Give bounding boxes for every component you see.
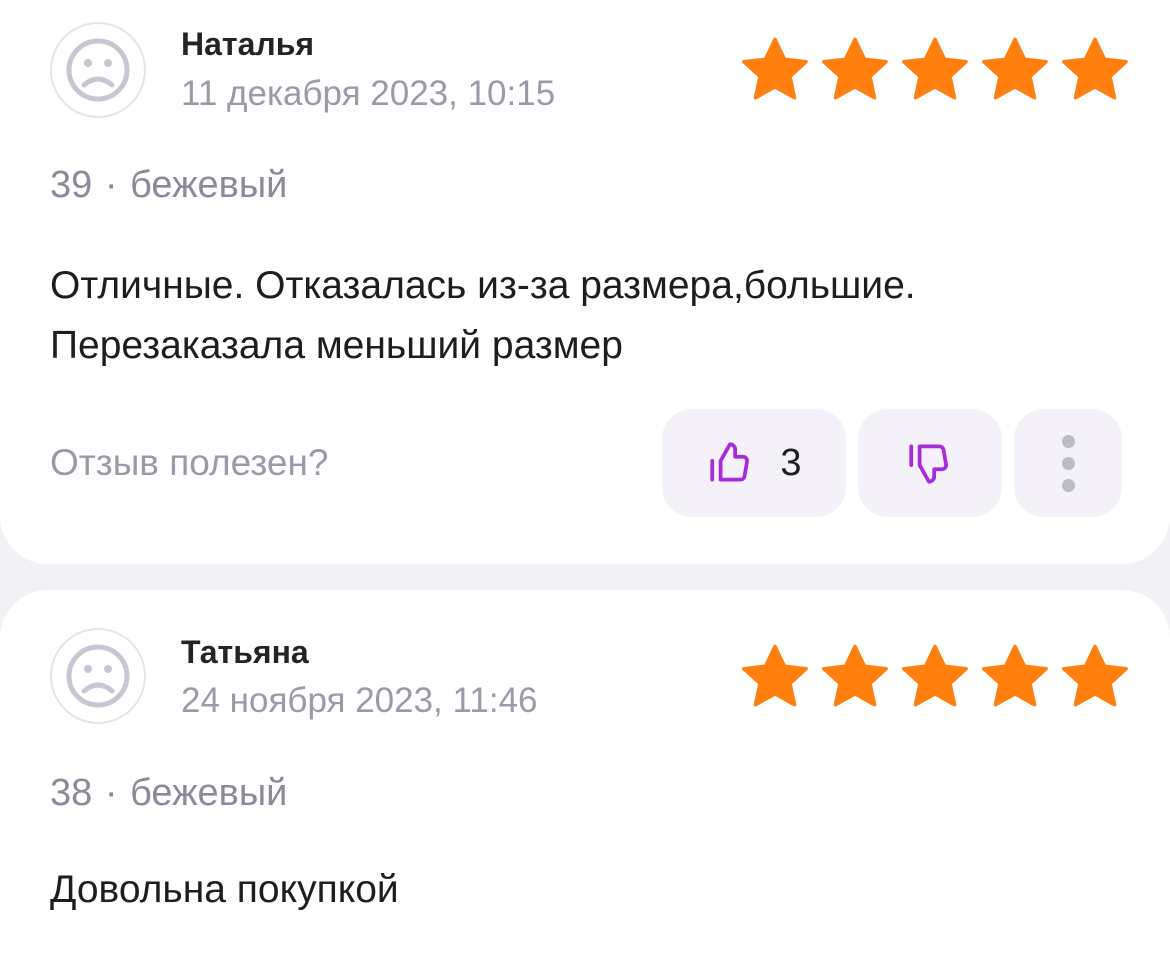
sad-face-avatar-icon	[66, 38, 130, 102]
review-date: 11 декабря 2023, 10:15	[181, 74, 556, 113]
review-author: Наталья	[181, 26, 315, 62]
star-icon	[822, 644, 888, 707]
review-date: 24 ноября 2023, 11:46	[181, 681, 538, 720]
product-variant: 38 · бежевый	[50, 772, 287, 815]
variant-separator: ·	[104, 772, 118, 814]
variant-color: бежевый	[130, 772, 288, 814]
helpful-question: Отзыв полезен?	[50, 442, 329, 483]
star-icon	[822, 37, 888, 100]
more-vertical-icon	[1061, 434, 1075, 492]
more-options-button[interactable]	[1014, 409, 1122, 517]
star-icon	[982, 37, 1048, 100]
sad-face-avatar-icon	[66, 644, 130, 708]
star-icon	[982, 644, 1048, 707]
star-icon	[1062, 37, 1128, 100]
rating-stars	[738, 642, 1132, 712]
star-icon	[1062, 644, 1128, 707]
rating-stars	[738, 35, 1132, 105]
review-text-line: Отличные. Отказалась из-за размера,больш…	[50, 264, 916, 307]
star-icon	[742, 37, 808, 100]
review-card: Татьяна 24 ноября 2023, 11:46 38 · бежев…	[0, 590, 1170, 970]
thumbs-up-icon	[710, 442, 750, 482]
user-avatar	[50, 628, 146, 724]
review-author: Татьяна	[181, 634, 309, 670]
review-text-line: Перезаказала меньший размер	[50, 324, 623, 367]
like-button[interactable]: 3	[662, 409, 846, 517]
user-avatar	[50, 22, 146, 118]
variant-size: 38	[50, 772, 93, 814]
variant-separator: ·	[104, 164, 118, 206]
review-text: Отличные. Отказалась из-за размера,больш…	[50, 256, 1130, 376]
dislike-button[interactable]	[858, 409, 1002, 517]
variant-color: бежевый	[130, 164, 288, 206]
review-text-line: Довольна покупкой	[50, 868, 399, 911]
like-count: 3	[780, 441, 802, 484]
star-icon	[742, 644, 808, 707]
review-card: Наталья 11 декабря 2023, 10:15 39 · беже…	[0, 0, 1170, 564]
product-variant: 39 · бежевый	[50, 164, 287, 207]
star-icon	[902, 644, 968, 707]
variant-size: 39	[50, 164, 93, 206]
review-text: Довольна покупкой	[50, 860, 1130, 920]
star-icon	[902, 37, 968, 100]
thumbs-down-icon	[909, 444, 948, 484]
